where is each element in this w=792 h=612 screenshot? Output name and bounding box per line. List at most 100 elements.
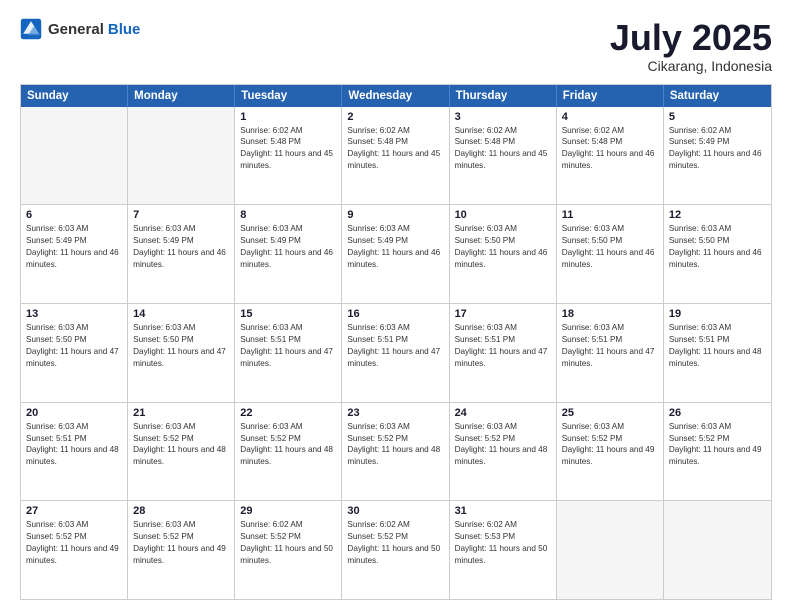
day-number: 10 bbox=[455, 209, 551, 221]
cell-text: Sunrise: 6:03 AM Sunset: 5:51 PM Dayligh… bbox=[240, 322, 336, 370]
day-number: 16 bbox=[347, 308, 443, 320]
month-title: July 2025 bbox=[610, 18, 772, 58]
cal-header-sunday: Sunday bbox=[21, 85, 128, 107]
cal-header-thursday: Thursday bbox=[450, 85, 557, 107]
cell-text: Sunrise: 6:03 AM Sunset: 5:52 PM Dayligh… bbox=[133, 421, 229, 469]
cal-cell bbox=[21, 107, 128, 205]
cal-cell bbox=[128, 107, 235, 205]
cal-cell: 1 Sunrise: 6:02 AM Sunset: 5:48 PM Daylig… bbox=[235, 107, 342, 205]
day-number: 27 bbox=[26, 505, 122, 517]
cell-text: Sunrise: 6:03 AM Sunset: 5:52 PM Dayligh… bbox=[455, 421, 551, 469]
day-number: 13 bbox=[26, 308, 122, 320]
day-number: 5 bbox=[669, 111, 766, 123]
cell-text: Sunrise: 6:03 AM Sunset: 5:51 PM Dayligh… bbox=[26, 421, 122, 469]
logo-blue-text: Blue bbox=[108, 21, 141, 38]
cell-text: Sunrise: 6:03 AM Sunset: 5:49 PM Dayligh… bbox=[26, 223, 122, 271]
cell-text: Sunrise: 6:03 AM Sunset: 5:52 PM Dayligh… bbox=[562, 421, 658, 469]
cal-cell: 5 Sunrise: 6:02 AM Sunset: 5:49 PM Daylig… bbox=[664, 107, 771, 205]
cal-cell: 26 Sunrise: 6:03 AM Sunset: 5:52 PM Dayli… bbox=[664, 403, 771, 501]
cell-text: Sunrise: 6:02 AM Sunset: 5:48 PM Dayligh… bbox=[455, 125, 551, 173]
cal-cell: 25 Sunrise: 6:03 AM Sunset: 5:52 PM Dayli… bbox=[557, 403, 664, 501]
page: GeneralBlue July 2025 Cikarang, Indonesi… bbox=[0, 0, 792, 612]
cell-text: Sunrise: 6:03 AM Sunset: 5:50 PM Dayligh… bbox=[562, 223, 658, 271]
cell-text: Sunrise: 6:03 AM Sunset: 5:49 PM Dayligh… bbox=[240, 223, 336, 271]
logo: GeneralBlue bbox=[20, 18, 140, 40]
day-number: 23 bbox=[347, 407, 443, 419]
cal-cell: 17 Sunrise: 6:03 AM Sunset: 5:51 PM Dayli… bbox=[450, 304, 557, 402]
cal-week-5: 27Sunrise: 6:03 AM Sunset: 5:52 PM Dayli… bbox=[21, 500, 771, 599]
cell-text: Sunrise: 6:03 AM Sunset: 5:50 PM Dayligh… bbox=[455, 223, 551, 271]
day-number: 24 bbox=[455, 407, 551, 419]
cal-cell: 31 Sunrise: 6:02 AM Sunset: 5:53 PM Dayli… bbox=[450, 501, 557, 599]
day-number: 6 bbox=[26, 209, 122, 221]
calendar-header-row: SundayMondayTuesdayWednesdayThursdayFrid… bbox=[21, 85, 771, 107]
cell-text: Sunrise: 6:03 AM Sunset: 5:50 PM Dayligh… bbox=[133, 322, 229, 370]
cal-cell bbox=[557, 501, 664, 599]
cal-cell: 12Sunrise: 6:03 AM Sunset: 5:50 PM Dayli… bbox=[664, 205, 771, 303]
cal-week-4: 20 Sunrise: 6:03 AM Sunset: 5:51 PM Dayli… bbox=[21, 402, 771, 501]
cal-cell: 16 Sunrise: 6:03 AM Sunset: 5:51 PM Dayli… bbox=[342, 304, 449, 402]
cell-text: Sunrise: 6:03 AM Sunset: 5:52 PM Dayligh… bbox=[347, 421, 443, 469]
cell-text: Sunrise: 6:02 AM Sunset: 5:49 PM Dayligh… bbox=[669, 125, 766, 173]
cal-header-monday: Monday bbox=[128, 85, 235, 107]
cell-text: Sunrise: 6:03 AM Sunset: 5:49 PM Dayligh… bbox=[347, 223, 443, 271]
day-number: 31 bbox=[455, 505, 551, 517]
calendar: SundayMondayTuesdayWednesdayThursdayFrid… bbox=[20, 84, 772, 600]
day-number: 17 bbox=[455, 308, 551, 320]
cal-cell: 21Sunrise: 6:03 AM Sunset: 5:52 PM Dayli… bbox=[128, 403, 235, 501]
day-number: 18 bbox=[562, 308, 658, 320]
day-number: 28 bbox=[133, 505, 229, 517]
cal-cell: 9 Sunrise: 6:03 AM Sunset: 5:49 PM Daylig… bbox=[342, 205, 449, 303]
location: Cikarang, Indonesia bbox=[610, 58, 772, 74]
day-number: 26 bbox=[669, 407, 766, 419]
cell-text: Sunrise: 6:03 AM Sunset: 5:51 PM Dayligh… bbox=[347, 322, 443, 370]
cal-cell: 7Sunrise: 6:03 AM Sunset: 5:49 PM Daylig… bbox=[128, 205, 235, 303]
day-number: 25 bbox=[562, 407, 658, 419]
day-number: 12 bbox=[669, 209, 766, 221]
title-block: July 2025 Cikarang, Indonesia bbox=[610, 18, 772, 74]
cell-text: Sunrise: 6:02 AM Sunset: 5:48 PM Dayligh… bbox=[347, 125, 443, 173]
header: GeneralBlue July 2025 Cikarang, Indonesi… bbox=[20, 18, 772, 74]
day-number: 15 bbox=[240, 308, 336, 320]
cal-cell: 20 Sunrise: 6:03 AM Sunset: 5:51 PM Dayli… bbox=[21, 403, 128, 501]
day-number: 29 bbox=[240, 505, 336, 517]
cal-header-tuesday: Tuesday bbox=[235, 85, 342, 107]
cal-cell: 29 Sunrise: 6:02 AM Sunset: 5:52 PM Dayli… bbox=[235, 501, 342, 599]
day-number: 4 bbox=[562, 111, 658, 123]
day-number: 19 bbox=[669, 308, 766, 320]
cal-cell: 13Sunrise: 6:03 AM Sunset: 5:50 PM Dayli… bbox=[21, 304, 128, 402]
cell-text: Sunrise: 6:02 AM Sunset: 5:52 PM Dayligh… bbox=[240, 519, 336, 567]
day-number: 14 bbox=[133, 308, 229, 320]
cal-header-saturday: Saturday bbox=[664, 85, 771, 107]
cal-cell bbox=[664, 501, 771, 599]
cell-text: Sunrise: 6:03 AM Sunset: 5:51 PM Dayligh… bbox=[455, 322, 551, 370]
cal-header-wednesday: Wednesday bbox=[342, 85, 449, 107]
logo-general-text: General bbox=[48, 21, 104, 38]
cal-cell: 10 Sunrise: 6:03 AM Sunset: 5:50 PM Dayli… bbox=[450, 205, 557, 303]
cal-cell: 30Sunrise: 6:02 AM Sunset: 5:52 PM Dayli… bbox=[342, 501, 449, 599]
cell-text: Sunrise: 6:03 AM Sunset: 5:51 PM Dayligh… bbox=[669, 322, 766, 370]
cell-text: Sunrise: 6:02 AM Sunset: 5:52 PM Dayligh… bbox=[347, 519, 443, 567]
cal-cell: 18 Sunrise: 6:03 AM Sunset: 5:51 PM Dayli… bbox=[557, 304, 664, 402]
cal-cell: 2 Sunrise: 6:02 AM Sunset: 5:48 PM Daylig… bbox=[342, 107, 449, 205]
day-number: 7 bbox=[133, 209, 229, 221]
cell-text: Sunrise: 6:02 AM Sunset: 5:48 PM Dayligh… bbox=[240, 125, 336, 173]
cell-text: Sunrise: 6:03 AM Sunset: 5:52 PM Dayligh… bbox=[669, 421, 766, 469]
generalblue-logo-icon bbox=[20, 18, 42, 40]
cal-week-1: 1 Sunrise: 6:02 AM Sunset: 5:48 PM Daylig… bbox=[21, 107, 771, 205]
cal-cell: 4Sunrise: 6:02 AM Sunset: 5:48 PM Daylig… bbox=[557, 107, 664, 205]
cal-cell: 22Sunrise: 6:03 AM Sunset: 5:52 PM Dayli… bbox=[235, 403, 342, 501]
cal-header-friday: Friday bbox=[557, 85, 664, 107]
calendar-body: 1 Sunrise: 6:02 AM Sunset: 5:48 PM Daylig… bbox=[21, 107, 771, 599]
cal-cell: 19 Sunrise: 6:03 AM Sunset: 5:51 PM Dayli… bbox=[664, 304, 771, 402]
day-number: 20 bbox=[26, 407, 122, 419]
cal-cell: 23 Sunrise: 6:03 AM Sunset: 5:52 PM Dayli… bbox=[342, 403, 449, 501]
cal-cell: 11Sunrise: 6:03 AM Sunset: 5:50 PM Dayli… bbox=[557, 205, 664, 303]
day-number: 2 bbox=[347, 111, 443, 123]
day-number: 9 bbox=[347, 209, 443, 221]
day-number: 8 bbox=[240, 209, 336, 221]
cell-text: Sunrise: 6:03 AM Sunset: 5:51 PM Dayligh… bbox=[562, 322, 658, 370]
cell-text: Sunrise: 6:02 AM Sunset: 5:53 PM Dayligh… bbox=[455, 519, 551, 567]
cal-cell: 8 Sunrise: 6:03 AM Sunset: 5:49 PM Daylig… bbox=[235, 205, 342, 303]
day-number: 1 bbox=[240, 111, 336, 123]
